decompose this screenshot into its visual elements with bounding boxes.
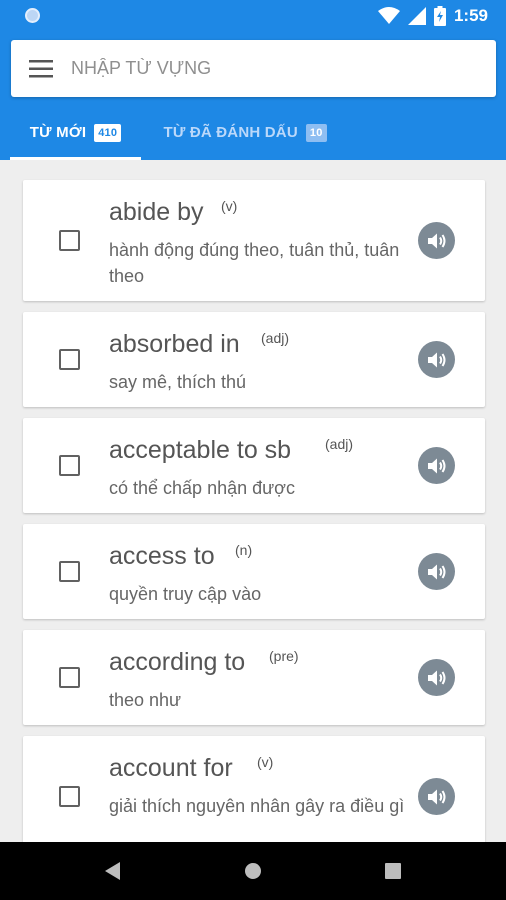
- menu-icon: [29, 59, 53, 77]
- speaker-icon: [427, 233, 445, 248]
- word-part-of-speech: (n): [235, 542, 253, 558]
- word-part-of-speech: (v): [221, 198, 238, 214]
- word-checkbox[interactable]: [59, 230, 80, 251]
- word-checkbox[interactable]: [59, 667, 80, 688]
- word-card[interactable]: absorbed in (adj) say mê, thích thú: [23, 312, 485, 407]
- notification-dot-icon: [25, 8, 40, 23]
- speaker-icon: [427, 564, 445, 579]
- word-checkbox[interactable]: [59, 561, 80, 582]
- speak-button[interactable]: [418, 778, 455, 815]
- speaker-icon: [427, 789, 445, 804]
- word-card[interactable]: acceptable to sb (adj) có thể chấp nhận …: [23, 418, 485, 513]
- word-term: abide by: [109, 198, 204, 226]
- word-meaning: say mê, thích thú: [109, 372, 247, 392]
- word-meaning: hành động đúng theo, tuân thủ, tuân theo: [109, 240, 400, 286]
- word-meaning: theo như: [109, 690, 182, 710]
- speak-button[interactable]: [418, 447, 455, 484]
- tab-new-words-label: TỪ MỚI: [29, 124, 87, 141]
- search-input[interactable]: [71, 48, 471, 89]
- word-term: according to: [109, 648, 246, 676]
- tab-marked-words-badge: 10: [305, 123, 327, 142]
- wifi-icon: [377, 7, 400, 24]
- tab-marked-words-label: TỪ ĐÃ ĐÁNH DẤU: [163, 124, 298, 141]
- word-part-of-speech: (pre): [269, 648, 299, 664]
- word-meaning: giải thích nguyên nhân gây ra điều gì: [109, 796, 405, 816]
- word-card[interactable]: according to (pre) theo như: [23, 630, 485, 725]
- speak-button[interactable]: [418, 659, 455, 696]
- word-checkbox[interactable]: [59, 455, 80, 476]
- word-card[interactable]: access to (n) quyền truy cập vào: [23, 524, 485, 619]
- speak-button[interactable]: [418, 341, 455, 378]
- back-button[interactable]: [83, 842, 143, 900]
- tab-marked-words[interactable]: TỪ ĐÃ ĐÁNH DẤU 10: [147, 105, 343, 160]
- word-meaning: quyền truy cập vào: [109, 584, 262, 604]
- home-button[interactable]: [223, 842, 283, 900]
- word-card[interactable]: abide by (v) hành động đúng theo, tuân t…: [23, 180, 485, 301]
- speaker-icon: [427, 352, 445, 367]
- signal-icon: [407, 7, 426, 25]
- speak-button[interactable]: [418, 553, 455, 590]
- tab-bar: TỪ MỚI 410 TỪ ĐÃ ĐÁNH DẤU 10: [0, 105, 506, 160]
- search-bar: [11, 40, 496, 97]
- word-term: acceptable to sb: [109, 436, 292, 464]
- word-meaning: có thể chấp nhận được: [109, 478, 295, 498]
- back-icon: [105, 862, 120, 880]
- word-part-of-speech: (adj): [261, 330, 290, 346]
- word-list[interactable]: abide by (v) hành động đúng theo, tuân t…: [0, 160, 506, 842]
- speaker-icon: [427, 670, 445, 685]
- word-term: absorbed in: [109, 330, 240, 358]
- word-term: account for: [109, 754, 233, 782]
- status-time: 1:59: [453, 6, 488, 25]
- status-bar: 1:59: [0, 0, 506, 34]
- tab-new-words-badge: 410: [94, 123, 122, 142]
- tab-new-words[interactable]: TỪ MỚI 410: [10, 105, 141, 160]
- word-card[interactable]: account for (v) giải thích nguyên nhân g…: [23, 736, 485, 842]
- word-checkbox[interactable]: [59, 786, 80, 807]
- status-icons: 1:59: [377, 5, 488, 27]
- battery-charging-icon: [433, 6, 446, 26]
- word-part-of-speech: (v): [257, 754, 274, 770]
- system-nav-bar: [0, 842, 506, 900]
- speak-button[interactable]: [418, 222, 455, 259]
- menu-button[interactable]: [11, 40, 71, 97]
- word-part-of-speech: (adj): [325, 436, 354, 452]
- app-bar: 1:59 TỪ MỚI 410 TỪ ĐÃ ĐÁNH DẤU 10: [0, 0, 506, 160]
- home-icon: [245, 863, 261, 879]
- speaker-icon: [427, 458, 445, 473]
- recents-icon: [385, 863, 401, 879]
- word-checkbox[interactable]: [59, 349, 80, 370]
- recents-button[interactable]: [363, 842, 423, 900]
- word-term: access to: [109, 542, 215, 570]
